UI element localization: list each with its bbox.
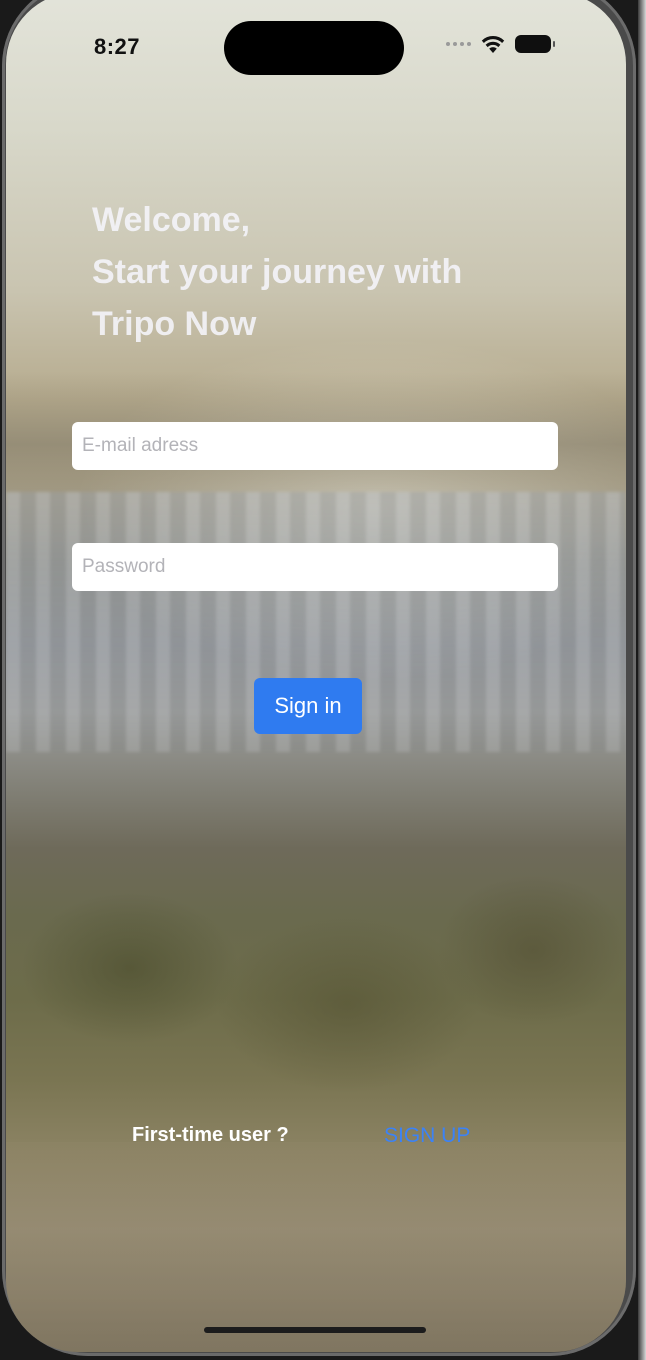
app-screen: 8:27 Welcome, Start your journey with Tr… <box>6 0 626 1352</box>
background-ground <box>6 1142 626 1352</box>
device-frame: 8:27 Welcome, Start your journey with Tr… <box>0 0 646 1360</box>
password-input[interactable] <box>72 543 558 591</box>
welcome-heading: Welcome, Start your journey with Tripo N… <box>92 194 572 350</box>
welcome-line-1: Welcome, <box>92 201 251 239</box>
email-input[interactable] <box>72 422 558 470</box>
wifi-icon <box>481 35 505 53</box>
sign-in-button[interactable]: Sign in <box>254 678 362 734</box>
welcome-line-3: Tripo Now <box>92 305 257 343</box>
status-icons <box>446 32 555 56</box>
window-edge <box>638 0 646 1360</box>
background-trees <box>6 752 626 1112</box>
signal-dots-icon <box>446 42 471 46</box>
status-time: 8:27 <box>94 34 141 59</box>
home-indicator[interactable] <box>204 1327 426 1333</box>
first-time-user-label: First-time user ? <box>132 1124 289 1146</box>
welcome-line-2: Start your journey with <box>92 253 463 291</box>
battery-icon <box>515 35 555 53</box>
sign-up-link[interactable]: SIGN UP <box>384 1124 470 1148</box>
dynamic-island <box>224 21 404 75</box>
